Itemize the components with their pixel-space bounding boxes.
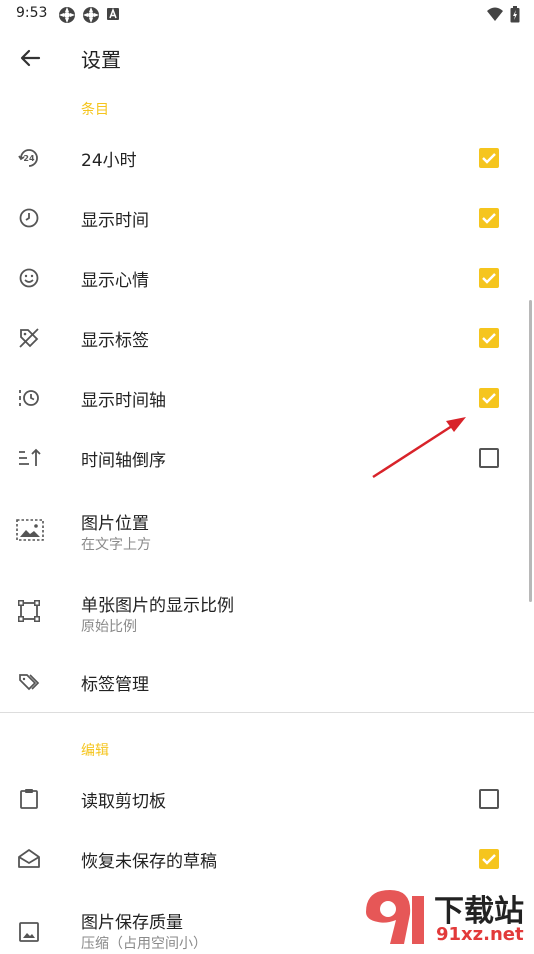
annotation-arrow	[372, 417, 466, 479]
watermark-domain: 91xz.net	[436, 924, 524, 945]
watermark: 下载站 91xz.net	[360, 882, 534, 950]
